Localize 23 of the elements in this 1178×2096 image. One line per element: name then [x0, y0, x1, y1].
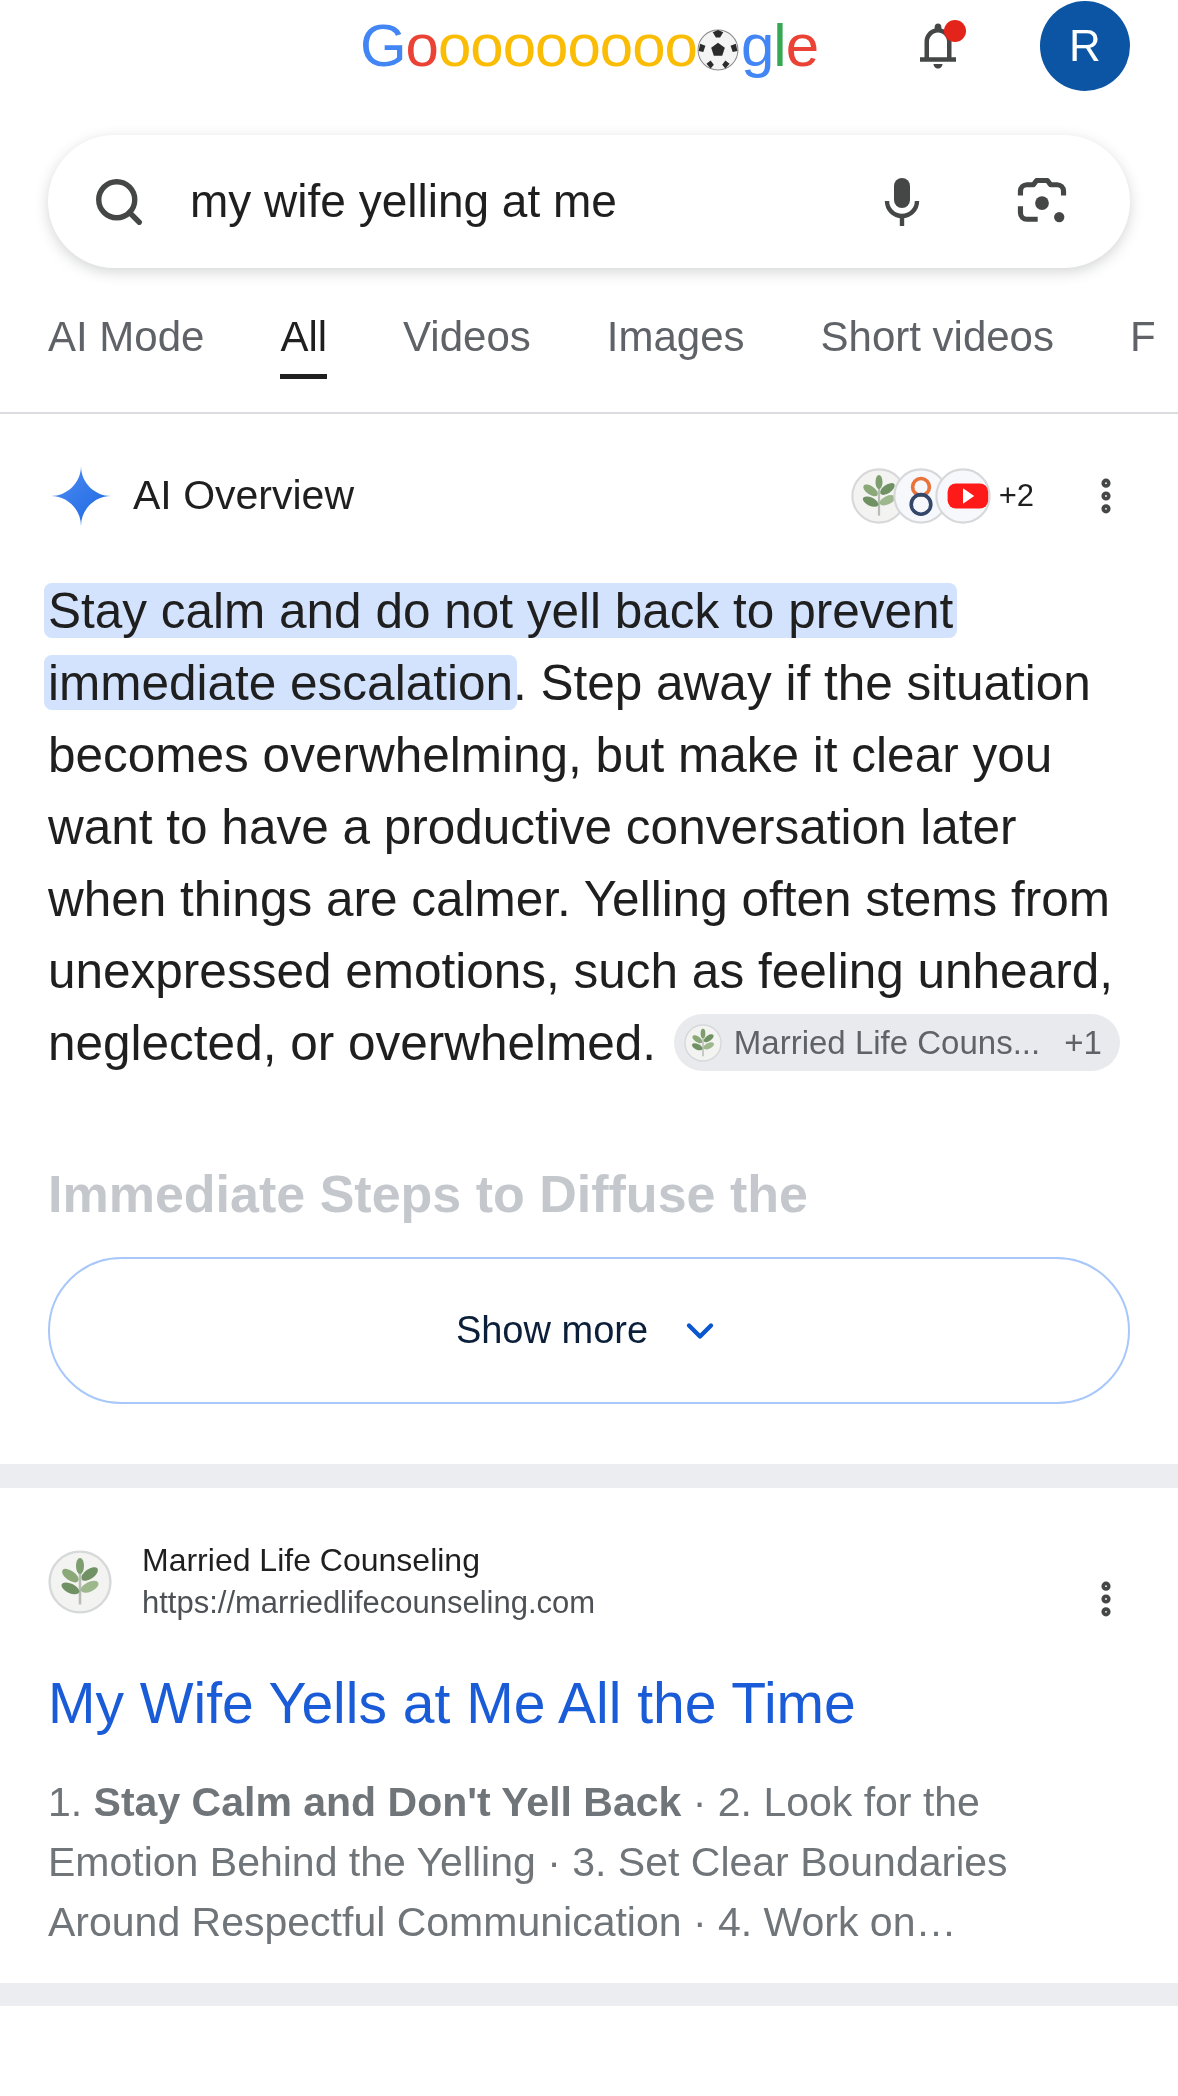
logo-wordmark: gle: [740, 13, 819, 79]
site-url: https://marriedlifecounseling.com: [142, 1584, 596, 1622]
play-logo-icon: [934, 468, 991, 524]
show-more-button[interactable]: Show more: [48, 1257, 1130, 1404]
soccer-ball-icon: [696, 29, 739, 71]
logo-wordmark: Gooooooooo: [359, 13, 697, 79]
tab[interactable]: Images: [606, 308, 745, 379]
leaf-logo-icon: [48, 1549, 112, 1614]
leaf-logo-icon: [683, 1023, 722, 1062]
tab[interactable]: AI Mode: [48, 308, 205, 379]
more-sources-count[interactable]: +2: [998, 472, 1034, 520]
tab[interactable]: All: [280, 308, 328, 379]
result-title-link[interactable]: My Wife Yells at Me All the Time: [48, 1669, 856, 1737]
section-heading: Immediate Steps to Diffuse the: [48, 1164, 808, 1225]
avatar-button[interactable]: R: [1040, 1, 1130, 91]
tab[interactable]: Videos: [403, 308, 531, 379]
tab[interactable]: Short videos: [820, 308, 1054, 379]
tab[interactable]: F: [1130, 308, 1156, 379]
source-chip[interactable]: Married Life Couns... +1: [673, 1014, 1120, 1072]
search-input[interactable]: my wife yelling at me: [190, 167, 878, 236]
site-name: Married Life Counseling: [142, 1541, 481, 1580]
result-snippet: 1. Stay Calm and Don't Yell Back · 2. Look for the Emotion Behind the Yelling · 3. Set Clear Boundaries Around Respectful Communication · 4. Work on…: [48, 1778, 1009, 1947]
overview-title: AI Overview: [133, 471, 354, 521]
